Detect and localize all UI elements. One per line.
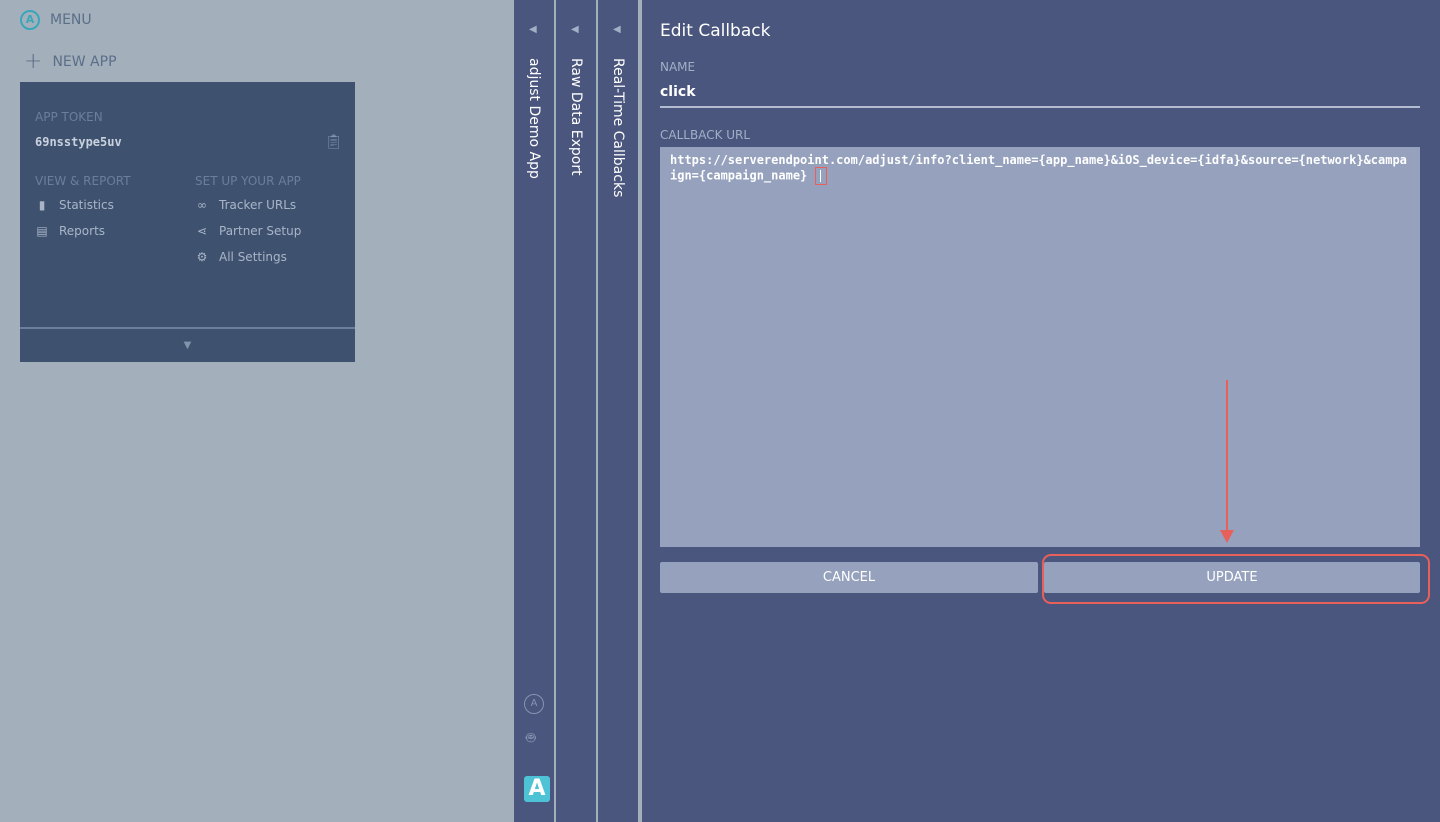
nav-tracker-urls[interactable]: ∞ Tracker URLs	[195, 198, 296, 212]
adjust-logo-icon: A	[20, 10, 40, 30]
view-report-header: VIEW & REPORT	[35, 174, 131, 188]
chevron-down-icon: ▼	[183, 340, 192, 351]
nav-reports[interactable]: ▤ Reports	[35, 224, 105, 238]
gear-icon: ⚙	[196, 250, 208, 264]
expand-button[interactable]: ▼	[20, 327, 355, 362]
menu-label: MENU	[50, 12, 92, 28]
app-token-value: 69nsstype5uv	[35, 135, 122, 149]
android-icon[interactable]: 🤖︎	[526, 728, 536, 750]
bar-chart-icon: ▮	[38, 198, 46, 212]
clipboard-icon[interactable]: 📋︎	[325, 134, 343, 150]
link-icon: ∞	[197, 198, 207, 212]
callback-url-label: CALLBACK URL	[660, 128, 751, 142]
panel-title: adjust Demo App	[526, 58, 542, 179]
app-card: APP TOKEN 69nsstype5uv 📋︎ VIEW & REPORT …	[20, 82, 355, 362]
collapse-arrow-icon[interactable]: ◀	[571, 24, 579, 35]
nav-statistics[interactable]: ▮ Statistics	[35, 198, 114, 212]
annotation-arrow-head-icon	[1220, 530, 1234, 543]
new-app-button[interactable]: + NEW APP	[24, 49, 117, 74]
text-cursor-highlight	[814, 167, 827, 185]
panel-app[interactable]: ◀ adjust Demo App A 🤖︎ A	[512, 0, 554, 822]
collapse-arrow-icon[interactable]: ◀	[529, 24, 537, 35]
edit-callback-panel: Edit Callback NAME click CALLBACK URL ht…	[640, 0, 1440, 822]
panel-title: Real-Time Callbacks	[610, 58, 626, 198]
callback-url-textarea[interactable]: https://serverendpoint.com/adjust/info?c…	[660, 147, 1420, 547]
new-app-label: NEW APP	[52, 54, 117, 70]
nav-all-settings[interactable]: ⚙ All Settings	[195, 250, 287, 264]
update-highlight	[1042, 554, 1430, 604]
share-icon: ⋖	[196, 224, 208, 238]
menu-button[interactable]: A MENU	[20, 10, 92, 30]
panel-real-time-callbacks[interactable]: ◀ Real-Time Callbacks	[596, 0, 638, 822]
annotation-arrow-line	[1226, 380, 1228, 532]
plus-icon: +	[24, 49, 43, 74]
name-label: NAME	[660, 60, 696, 74]
panel-title: Raw Data Export	[568, 58, 584, 176]
nav-partner-setup[interactable]: ⋖ Partner Setup	[195, 224, 301, 238]
name-input[interactable]: click	[660, 84, 1420, 108]
page-title: Edit Callback	[660, 21, 771, 41]
setup-header: SET UP YOUR APP	[195, 174, 301, 188]
adjust-app-icon: A	[524, 776, 550, 802]
app-token-label: APP TOKEN	[35, 110, 103, 124]
collapse-arrow-icon[interactable]: ◀	[613, 24, 621, 35]
panel-raw-data-export[interactable]: ◀ Raw Data Export	[554, 0, 596, 822]
report-icon: ▤	[36, 224, 48, 238]
cancel-button[interactable]: CANCEL	[660, 562, 1038, 593]
app-store-icon[interactable]: A	[524, 694, 544, 714]
